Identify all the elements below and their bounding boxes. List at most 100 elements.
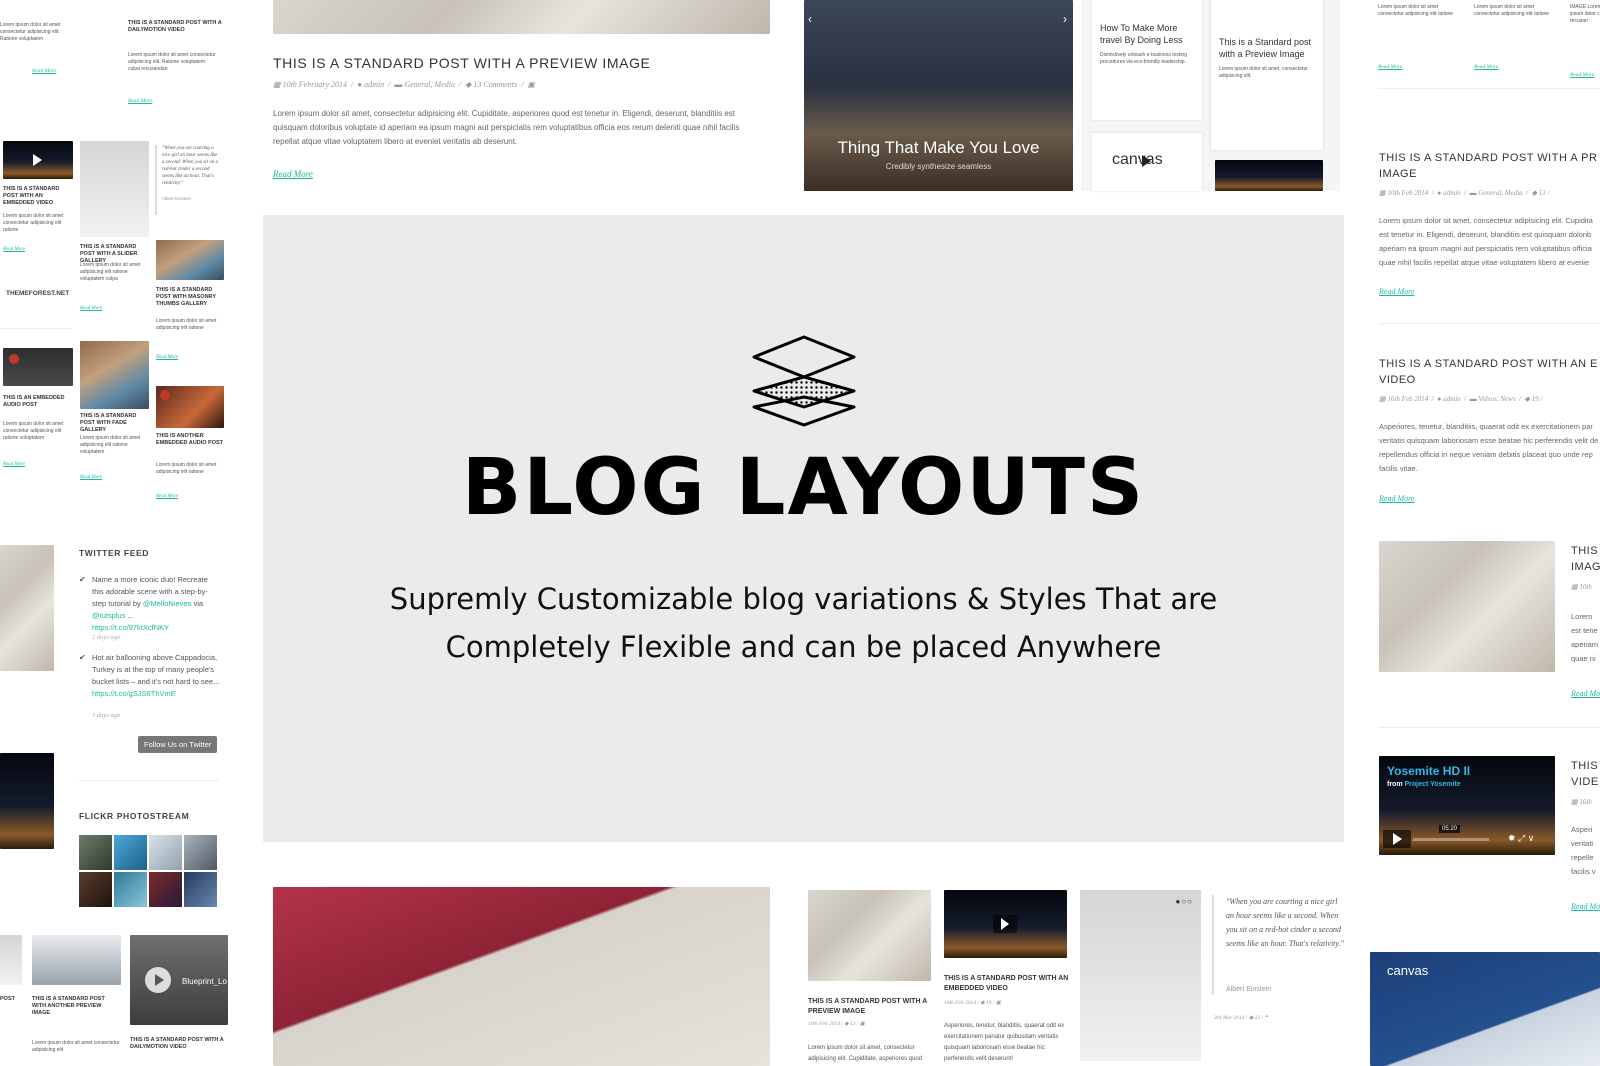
post-title[interactable]: THIS IS A STANDARD POST WITH AN EMBEDDED…	[944, 974, 1069, 994]
video-from: from	[1387, 781, 1403, 788]
read-more-link[interactable]: Read More	[1474, 64, 1498, 70]
quote-author: Albert Einstein	[1226, 986, 1272, 993]
masonry-card-title[interactable]: This is a Standard post with a Preview I…	[1219, 36, 1315, 60]
flickr-photo[interactable]	[79, 835, 112, 870]
read-more-link[interactable]: Read More	[1378, 64, 1402, 70]
post-thumbnail[interactable]	[808, 890, 931, 981]
divider	[1378, 88, 1600, 89]
link-post-title[interactable]: THEMEFOREST.NET	[6, 290, 69, 297]
post-title[interactable]: THIS IS A STANDARD POST WITH AN E VIDEO	[1379, 356, 1598, 388]
post-preview-image[interactable]	[273, 887, 770, 1066]
read-more-link[interactable]: Read More	[80, 475, 102, 480]
post-title[interactable]: THIS IS A STANDARD POST WITH A PREVIEW I…	[808, 997, 933, 1017]
post-categories[interactable]: Videos, News	[1478, 395, 1515, 403]
masonry-thumbnail[interactable]	[1215, 160, 1323, 191]
post-title[interactable]: THIS IS A STANDARD POST WITH FADE GALLER…	[80, 413, 150, 434]
video-progress[interactable]	[1413, 838, 1489, 841]
tweet-time: 2 days ago	[92, 634, 121, 641]
audio-player[interactable]	[3, 348, 73, 386]
video-thumbnail[interactable]	[944, 890, 1067, 958]
theme-preview-image[interactable]: canvas	[1370, 952, 1600, 1066]
slider-image[interactable]: ‹ › Thing That Make You Love Credibly sy…	[804, 0, 1073, 191]
read-more-link[interactable]: Read More	[3, 247, 25, 252]
read-more-link[interactable]: Read More	[1571, 689, 1600, 698]
video-thumbnail[interactable]	[0, 753, 54, 849]
read-more-link[interactable]: Read More	[156, 494, 178, 499]
post-author[interactable]: admin	[1443, 189, 1461, 197]
chevron-right-icon[interactable]: ›	[1063, 12, 1067, 26]
post-title[interactable]: THIS IS A STANDARD POST WITH A PR IMAGE	[1379, 150, 1597, 182]
read-more-link[interactable]: Read More	[80, 306, 102, 311]
tweet-link[interactable]: https://t.co/97ktXcfNKY	[92, 622, 220, 634]
quote-text: "When you are courting a nice girl an ho…	[1226, 897, 1344, 948]
flickr-photo[interactable]	[184, 872, 217, 907]
post-comments[interactable]: 19	[986, 1000, 992, 1006]
post-title[interactable]: THIS IS A STANDARD POST WITH A PREVIEW I…	[273, 55, 651, 71]
post-categories[interactable]: General, Media	[1478, 189, 1522, 197]
post-title[interactable]: THIS IS A STANDARD POST WITH A DAILYMOTI…	[128, 20, 223, 34]
post-title[interactable]: THIS IS A STANDARD POST WITH MASONRY THU…	[156, 287, 224, 308]
post-title[interactable]: THIS IS AN EMBEDDED AUDIO POST	[3, 395, 73, 409]
video-player[interactable]: Yosemite HD II from Project Yosemite 05:…	[1379, 756, 1555, 855]
post-comments[interactable]: 13	[1539, 189, 1546, 197]
post-thumbnail[interactable]	[1379, 541, 1555, 672]
post-meta: 10th Feb 2014 / ◆ 13 / ▣	[808, 1021, 865, 1027]
post-thumbnail[interactable]: ●○○	[1080, 890, 1201, 1061]
masonry-card[interactable]: How To Make More travel By Doing Less Di…	[1092, 0, 1202, 120]
post-thumbnail[interactable]	[156, 240, 224, 280]
post-title[interactable]: THIS VIDE	[1571, 758, 1600, 790]
masonry-card[interactable]: canvas	[1092, 133, 1202, 191]
flickr-photo[interactable]	[149, 872, 182, 907]
tweet-mention[interactable]: @tutsplus	[92, 611, 125, 620]
video-channel[interactable]: Project Yosemite	[1405, 781, 1461, 788]
post-thumbnail[interactable]	[32, 935, 121, 985]
post-title[interactable]: THIS IMAG	[1571, 543, 1600, 575]
post-comments[interactable]: 13	[850, 1021, 856, 1027]
read-more-link[interactable]: Read More	[1379, 494, 1414, 503]
settings-icons[interactable]: ✹ ⤢ ∨	[1508, 833, 1534, 844]
video-title[interactable]: Yosemite HD II	[1387, 764, 1470, 778]
post-title[interactable]: THIS IS A STANDARD POST WITH A DAILYMOTI…	[130, 1037, 228, 1051]
post-author[interactable]: admin	[1443, 395, 1461, 403]
post-title[interactable]: THIS IS A STANDARD POST WITH ANOTHER PRE…	[32, 996, 120, 1017]
right-column: Lorem ipsum dolor sit amet consectetur a…	[1370, 0, 1600, 1066]
read-more-link[interactable]: Read More	[1571, 902, 1600, 911]
masonry-card-title[interactable]: How To Make More travel By Doing Less	[1100, 22, 1194, 46]
read-more-link[interactable]: Read More	[156, 355, 178, 360]
flickr-heading: FLICKR PHOTOSTREAM	[79, 811, 190, 821]
post-comments[interactable]: 23	[1255, 1015, 1261, 1021]
read-more-link[interactable]: Read More	[128, 98, 152, 104]
post-comments[interactable]: 13 Comments	[473, 80, 517, 89]
slider-dots[interactable]: ●○○	[1176, 897, 1194, 906]
tweet-link[interactable]: https://t.co/gSJS6ThVmE	[92, 688, 220, 700]
follow-twitter-button[interactable]: Follow Us on Twitter	[138, 736, 218, 753]
read-more-link[interactable]: Read More	[1570, 72, 1594, 78]
video-player[interactable]: Blueprint_Lo	[130, 935, 228, 1025]
post-thumbnail[interactable]	[80, 141, 149, 237]
post-author[interactable]: admin	[364, 80, 384, 89]
post-title[interactable]: THIS IS ANOTHER EMBEDDED AUDIO POST	[156, 433, 224, 447]
post-preview-image[interactable]	[273, 0, 770, 34]
flickr-photo[interactable]	[149, 835, 182, 870]
read-more-link[interactable]: Read More	[32, 68, 56, 74]
tweet-mention[interactable]: @MelloNieves	[143, 599, 191, 608]
chevron-left-icon[interactable]: ‹	[808, 12, 812, 26]
post-thumbnail[interactable]	[0, 935, 22, 985]
flickr-photo[interactable]	[184, 835, 217, 870]
flickr-photo[interactable]	[114, 835, 147, 870]
flickr-photo[interactable]	[79, 872, 112, 907]
post-title[interactable]: THIS IS A STANDARD POST WITH AN EMBEDDED…	[3, 186, 75, 207]
flickr-photo[interactable]	[114, 872, 147, 907]
read-more-link[interactable]: Read More	[273, 169, 313, 179]
audio-player[interactable]	[156, 386, 224, 428]
read-more-link[interactable]: Read More	[1379, 287, 1414, 296]
divider	[1379, 727, 1600, 728]
read-more-link[interactable]: Read More	[3, 462, 25, 467]
post-thumbnail[interactable]	[80, 341, 149, 409]
post-comments[interactable]: 19	[1532, 395, 1539, 403]
post-categories[interactable]: General, Media	[404, 80, 455, 89]
masonry-card[interactable]: This is a Standard post with a Preview I…	[1211, 0, 1323, 150]
tweet-2: Hot air ballooning above Cappadocia, Tur…	[92, 652, 220, 700]
post-thumbnail[interactable]	[0, 545, 54, 671]
post-thumbnail[interactable]	[3, 141, 73, 179]
